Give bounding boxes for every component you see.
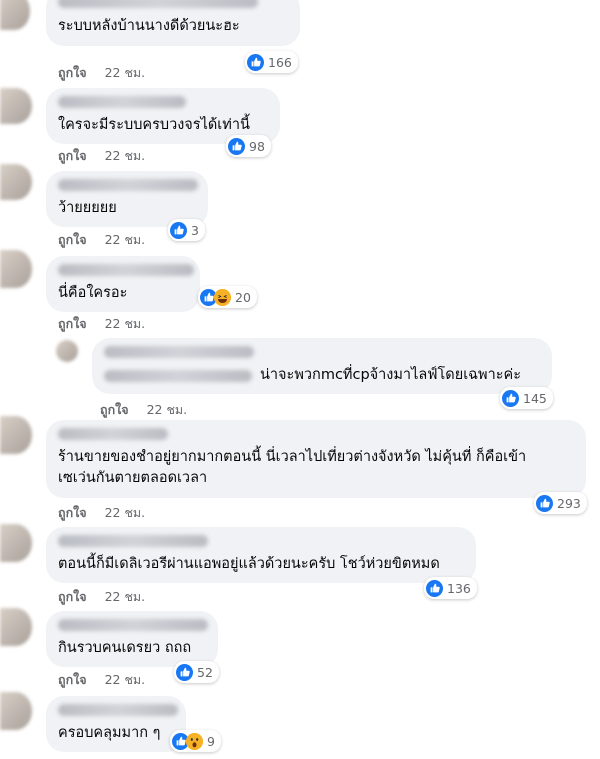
reaction-summary[interactable]: 166 [245, 51, 298, 73]
comment-meta: ถูกใจ 22 ชม. [58, 230, 145, 250]
author-name[interactable] [58, 428, 168, 440]
comment-text: ระบบหลังบ้านนางดีด้วยนะฮะ [58, 18, 240, 34]
avatar[interactable] [0, 608, 32, 646]
like-link[interactable]: ถูกใจ [58, 65, 87, 80]
comment-meta: ถูกใจ 22 ชม. [58, 503, 145, 523]
like-reaction-icon [247, 53, 264, 71]
comment-meta: ถูกใจ 22 ชม. [100, 400, 187, 420]
blurred-text [104, 369, 252, 382]
reaction-summary[interactable]: 20 [198, 286, 257, 308]
comment-bubble: น่าจะพวกmcที่cpจ้างมาไลฟ์โดยเฉพาะค่ะ [92, 338, 552, 394]
comment-meta: ถูกใจ 22 ชม. [58, 63, 145, 83]
like-reaction-icon [228, 137, 245, 155]
reaction-summary[interactable]: 145 [500, 387, 553, 409]
avatar[interactable] [0, 0, 30, 30]
like-link[interactable]: ถูกใจ [58, 672, 87, 687]
reaction-summary[interactable]: 3 [168, 219, 205, 241]
wow-reaction-icon [186, 732, 203, 750]
timestamp[interactable]: 22 ชม. [105, 589, 146, 604]
comment-text: นี่คือใครอะ [58, 285, 128, 301]
comment-text: ตอนนี้ก็มีเดลิเวอรีผ่านแอพอยู่แล้วด้วยนะ… [58, 556, 440, 572]
like-link[interactable]: ถูกใจ [58, 232, 87, 247]
reaction-summary[interactable]: 293 [534, 492, 587, 514]
comment-text: น่าจะพวกmcที่cpจ้างมาไลฟ์โดยเฉพาะค่ะ [260, 367, 522, 383]
timestamp[interactable]: 22 ชม. [105, 316, 146, 331]
timestamp[interactable]: 22 ชม. [105, 148, 146, 163]
like-reaction-icon [176, 663, 193, 681]
reaction-summary[interactable]: 98 [226, 135, 271, 157]
reaction-count: 98 [249, 138, 265, 154]
author-name[interactable] [58, 535, 208, 547]
reaction-count: 166 [268, 54, 292, 70]
comment-bubble: ตอนนี้ก็มีเดลิเวอรีผ่านแอพอยู่แล้วด้วยนะ… [46, 527, 476, 583]
reaction-summary[interactable]: 136 [424, 577, 477, 599]
avatar[interactable] [0, 416, 32, 454]
like-reaction-icon [502, 389, 519, 407]
like-link[interactable]: ถูกใจ [58, 505, 87, 520]
author-name[interactable] [58, 704, 178, 716]
like-link[interactable]: ถูกใจ [58, 316, 87, 331]
reaction-summary[interactable]: 9 [170, 730, 221, 752]
like-link[interactable]: ถูกใจ [100, 402, 129, 417]
author-name[interactable] [58, 619, 208, 631]
comment-meta: ถูกใจ 22 ชม. [58, 314, 145, 334]
reaction-count: 293 [557, 495, 581, 511]
reaction-summary[interactable]: 52 [174, 661, 219, 683]
comment-bubble: ระบบหลังบ้านนางดีด้วยนะฮะ [46, 0, 300, 46]
author-name[interactable] [58, 0, 258, 8]
avatar[interactable] [0, 692, 32, 730]
avatar[interactable] [0, 250, 32, 288]
reaction-count: 9 [207, 733, 215, 749]
avatar[interactable] [0, 164, 32, 200]
haha-reaction-icon [214, 288, 231, 306]
comment-bubble: ครอบคลุมมาก ๆ [46, 696, 186, 752]
reaction-count: 20 [235, 289, 251, 305]
like-reaction-icon [426, 579, 443, 597]
comment-text: กินรวบคนเดรยว ถถถ [58, 640, 192, 656]
reaction-count: 52 [197, 664, 213, 680]
comment-meta: ถูกใจ 22 ชม. [58, 670, 145, 690]
author-name[interactable] [58, 179, 198, 191]
like-link[interactable]: ถูกใจ [58, 589, 87, 604]
comment-text: ร้านขายของชำอยู่ยากมากตอนนี้ นี่เวลาไปเท… [58, 449, 527, 486]
reaction-count: 145 [523, 390, 547, 406]
reaction-count: 136 [447, 580, 471, 596]
comment-text: ว้ายยยยย [58, 200, 117, 216]
timestamp[interactable]: 22 ชม. [105, 65, 146, 80]
like-link[interactable]: ถูกใจ [58, 148, 87, 163]
timestamp[interactable]: 22 ชม. [147, 402, 188, 417]
comment-text: ครอบคลุมมาก ๆ [58, 725, 161, 741]
comment-bubble: นี่คือใครอะ [46, 256, 200, 312]
avatar[interactable] [0, 524, 32, 562]
comment-bubble: กินรวบคนเดรยว ถถถ [46, 611, 218, 667]
timestamp[interactable]: 22 ชม. [105, 232, 146, 247]
author-name[interactable] [58, 96, 186, 108]
timestamp[interactable]: 22 ชม. [105, 672, 146, 687]
avatar[interactable] [0, 88, 32, 124]
reaction-count: 3 [191, 222, 199, 238]
author-name[interactable] [58, 264, 194, 276]
like-reaction-icon [536, 494, 553, 512]
comment-text: ใครจะมีระบบครบวงจรได้เท่านี้ [58, 117, 250, 133]
comment-bubble: ร้านขายของชำอยู่ยากมากตอนนี้ นี่เวลาไปเท… [46, 420, 586, 498]
timestamp[interactable]: 22 ชม. [105, 505, 146, 520]
like-reaction-icon [170, 221, 187, 239]
comment-meta: ถูกใจ 22 ชม. [58, 587, 145, 607]
author-name[interactable] [104, 346, 254, 358]
avatar[interactable] [56, 340, 78, 362]
comment-meta: ถูกใจ 22 ชม. [58, 146, 145, 166]
